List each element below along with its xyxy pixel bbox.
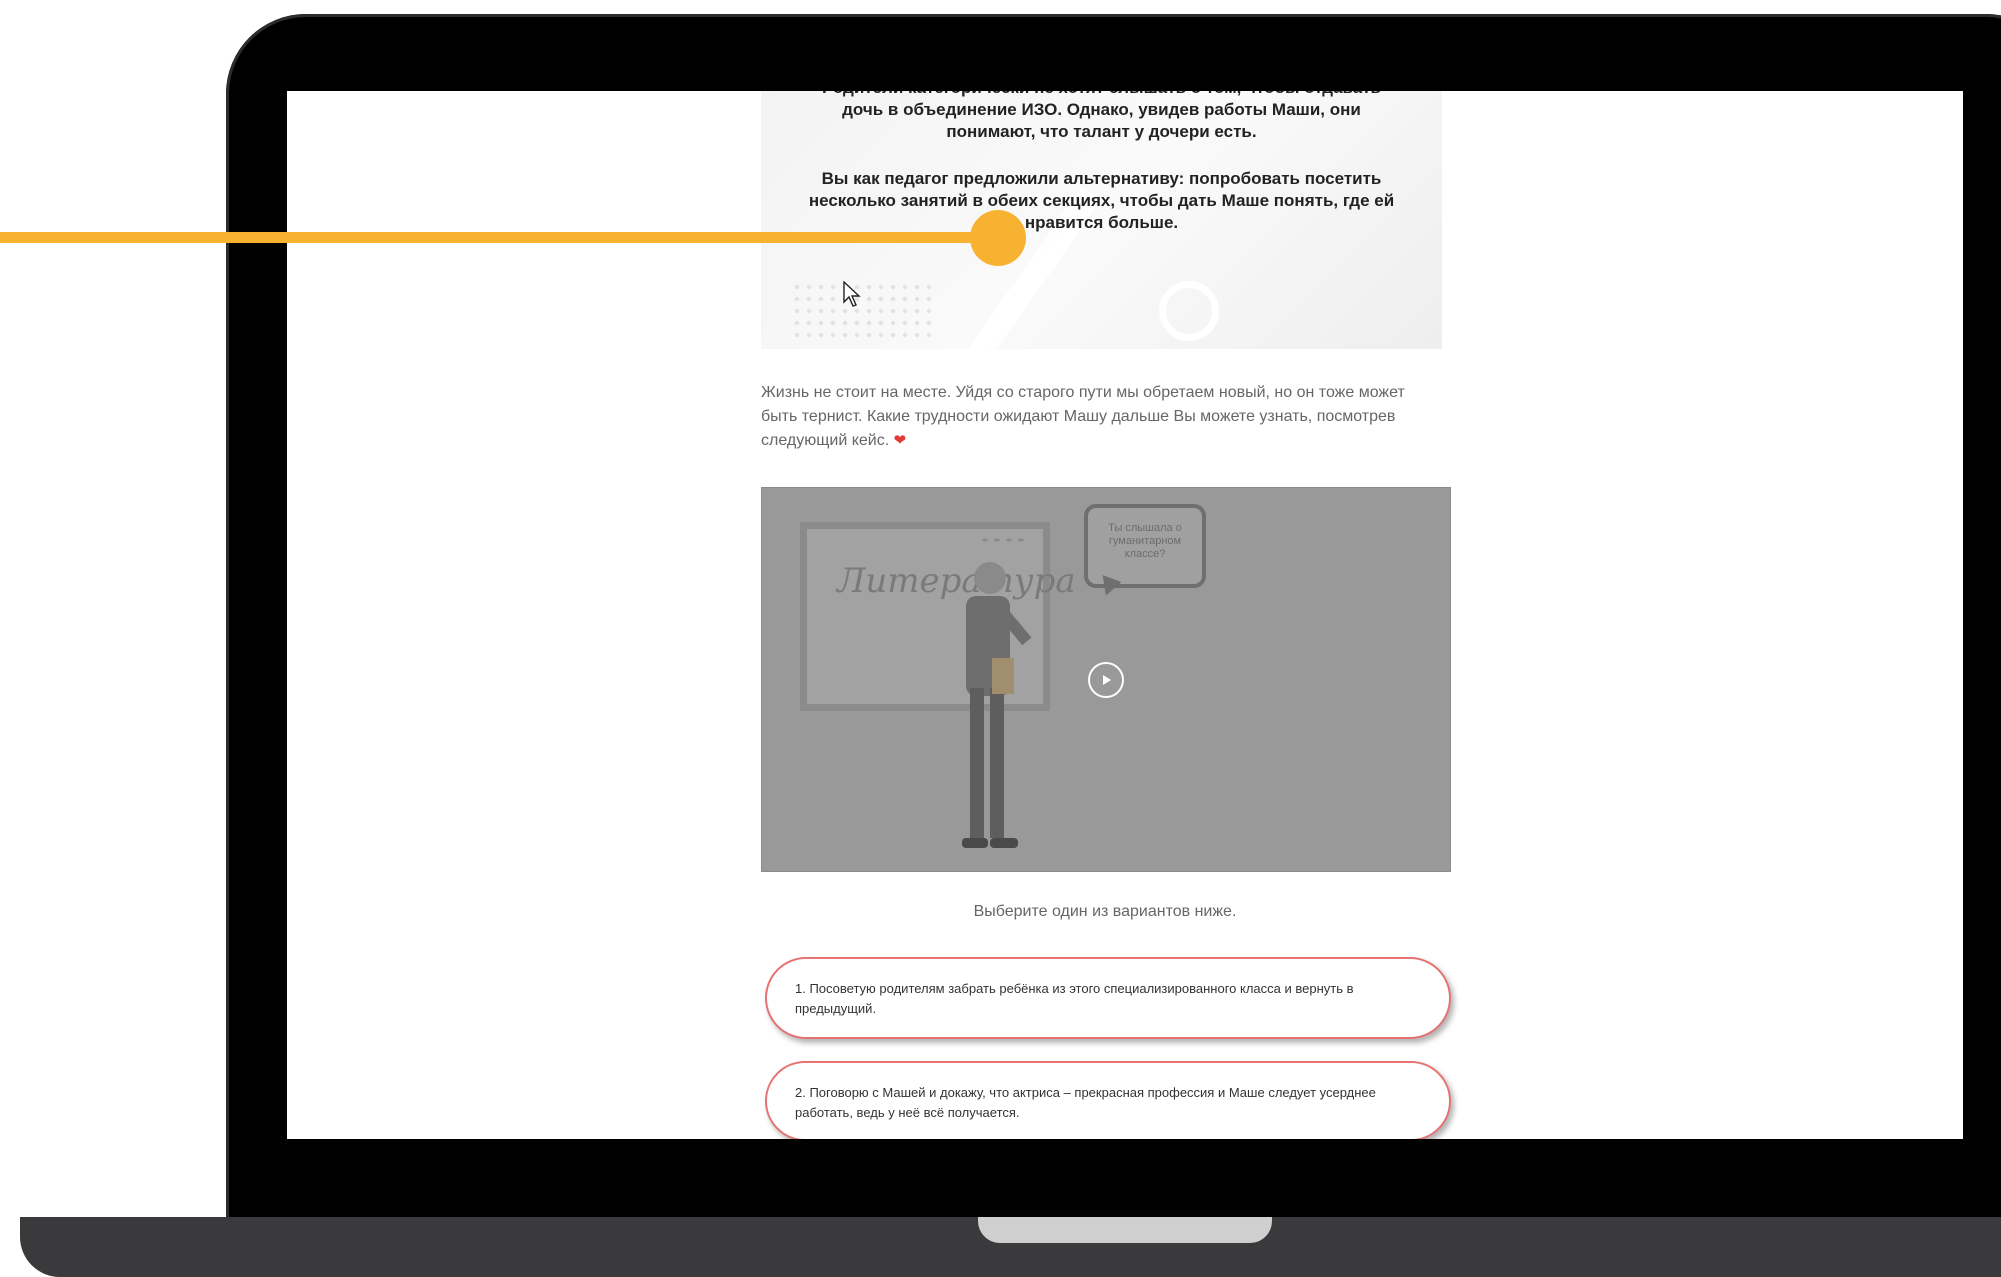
highlight-marker-dot xyxy=(970,210,1026,266)
laptop-notch xyxy=(978,1217,1272,1243)
video-player[interactable]: Литература Ты слышала о гуманитарном кла… xyxy=(761,487,1451,872)
play-triangle-icon xyxy=(1103,675,1111,685)
intro-text: Жизнь не стоит на месте. Уйдя со старого… xyxy=(761,381,1441,453)
case-paragraph-2: Вы как педагог предложили альтернативу: … xyxy=(808,169,1395,232)
highlight-marker-line xyxy=(0,232,1000,243)
case-paragraph-1: Родители категорически не хотят слышать … xyxy=(822,91,1381,141)
heart-icon: ❤ xyxy=(893,432,907,449)
teacher-illustration xyxy=(962,562,1032,848)
choice-prompt: Выберите один из вариантов ниже. xyxy=(973,903,1237,920)
play-icon[interactable] xyxy=(1088,662,1124,698)
answer-option-1[interactable]: 1. Посоветую родителям забрать ребёнка и… xyxy=(765,957,1451,1039)
laptop-screen: Родители категорически не хотят слышать … xyxy=(287,91,1963,1139)
speech-bubble-text: Ты слышала о гуманитарном классе? xyxy=(1108,522,1182,560)
intro-text-body: Жизнь не стоит на месте. Уйдя со старого… xyxy=(761,384,1405,449)
case-image-card: Родители категорически не хотят слышать … xyxy=(761,91,1442,349)
board-dots xyxy=(979,537,1029,543)
mouse-cursor-icon xyxy=(843,281,861,307)
answer-option-2[interactable]: 2. Поговорю с Машей и докажу, что актрис… xyxy=(765,1061,1451,1139)
decorative-circle xyxy=(1159,281,1219,341)
